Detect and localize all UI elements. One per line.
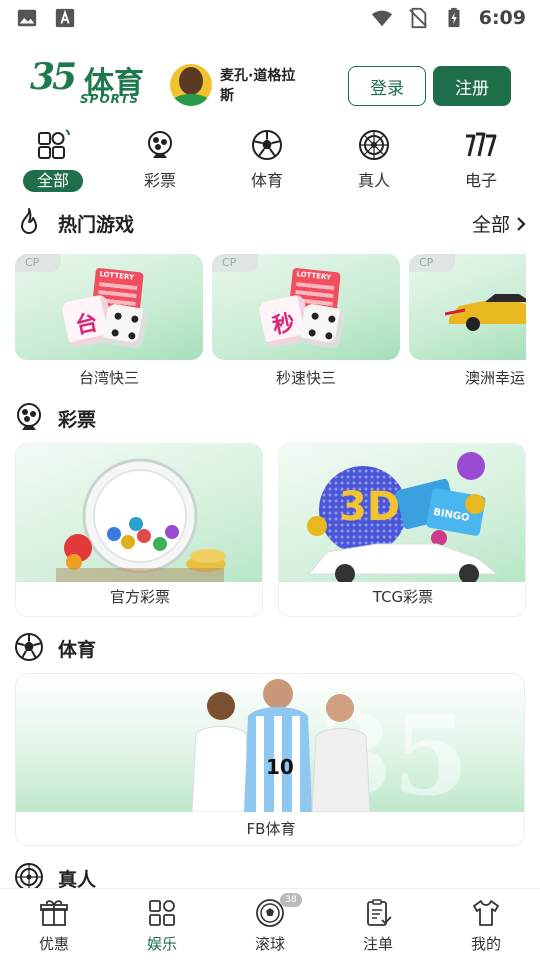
svg-text:10: 10 (266, 755, 294, 779)
ambassador-name: 麦孔·道格拉斯 (220, 68, 296, 104)
dice-illustration: LOTTERY 秒 (257, 267, 352, 354)
category-label: 真人 (357, 171, 390, 190)
tcg-art-text: 3D (339, 484, 401, 530)
hot-game-label: 澳洲幸运 (465, 369, 526, 387)
sports-card-label: FB体育 (246, 820, 296, 838)
chevron-right-icon (517, 216, 526, 231)
hot-game-card[interactable]: CP LOTTERY 秒 (212, 254, 400, 360)
category-live[interactable]: 真人 (334, 128, 414, 194)
category-label: 体育 (250, 171, 283, 190)
user-shirt-icon (470, 897, 502, 929)
soccer-ball-icon (250, 128, 284, 162)
tab-live-betting[interactable]: 38 滚球 (216, 893, 324, 957)
category-lottery[interactable]: 彩票 (120, 128, 200, 194)
brand-logo: 35 体育 SPORTS (30, 56, 150, 106)
bottom-tab-bar: 优惠 娱乐 38 滚球 注单 我的 (0, 888, 540, 960)
category-sports[interactable]: 体育 (227, 128, 307, 194)
sports-header: 体育 (0, 632, 540, 666)
sports-card-fb[interactable]: 35 10 FB体育 (15, 673, 525, 846)
game-badge: CP (409, 254, 455, 272)
tab-promotions[interactable]: 优惠 (0, 897, 108, 957)
race-car-illustration (445, 294, 526, 331)
text-a-icon (55, 8, 75, 28)
tab-profile[interactable]: 我的 (432, 897, 540, 957)
soccer-ball-icon: 38 (254, 893, 302, 929)
lottery-ball-icon (17, 403, 41, 430)
slot-777-icon (464, 128, 498, 162)
image-icon (17, 9, 37, 27)
view-all-label: 全部 (471, 214, 510, 236)
lottery-machine-illustration (16, 444, 262, 582)
category-label: 全部 (22, 170, 83, 192)
grid-icon (146, 897, 178, 929)
no-sim-icon (408, 7, 427, 29)
category-electronic[interactable]: 电子 (441, 128, 521, 194)
ticket-text: LOTTERY (295, 270, 332, 282)
football-players-illustration: 35 10 (16, 674, 524, 820)
grid-icon (36, 128, 70, 162)
tab-entertainment[interactable]: 娱乐 (108, 897, 216, 957)
tcg-3d-illustration: 3D BINGO (279, 444, 525, 584)
tab-label: 优惠 (38, 935, 69, 953)
clock-time: 6:09 (478, 7, 526, 29)
hot-game-label: 台湾快三 (78, 369, 139, 387)
die-glyph: 台 (73, 310, 101, 340)
live-count-badge: 38 (280, 893, 302, 907)
logo-english-text: SPORTS (80, 92, 140, 106)
gift-icon (38, 897, 70, 929)
view-all-link[interactable]: 全部 (472, 210, 526, 237)
lottery-header: 彩票 (0, 402, 540, 436)
tab-label: 娱乐 (146, 935, 177, 953)
battery-charging-icon (448, 7, 460, 28)
login-button[interactable]: 登录 (348, 66, 426, 106)
hot-games-header: 热门游戏 全部 (0, 207, 540, 241)
category-all[interactable]: 全部 (13, 128, 93, 194)
hot-game-card[interactable]: CP (409, 254, 526, 360)
tab-bet-slip[interactable]: 注单 (324, 897, 432, 957)
section-title: 彩票 (58, 409, 97, 431)
lottery-card-official[interactable]: 官方彩票 (15, 443, 263, 617)
tab-label: 滚球 (254, 935, 285, 953)
lottery-card-label: 官方彩票 (109, 588, 170, 606)
hot-game-label: 秒速快三 (275, 369, 336, 387)
dice-illustration: LOTTERY 台 (60, 267, 155, 354)
game-badge: CP (15, 254, 61, 272)
tab-label: 注单 (362, 935, 393, 953)
flame-icon (21, 208, 37, 234)
status-bar: 6:09 (0, 0, 540, 36)
app-header: 35 体育 SPORTS 麦孔·道格拉斯 登录 注册 (0, 52, 540, 118)
player-avatar (170, 64, 212, 106)
section-title: 热门游戏 (58, 214, 135, 236)
lottery-card-label: TCG彩票 (372, 588, 434, 606)
tab-label: 我的 (470, 935, 501, 953)
wifi-icon (371, 10, 392, 27)
logo-number: 35 (30, 56, 77, 98)
section-title: 体育 (58, 639, 97, 661)
lottery-ball-icon (143, 128, 177, 162)
roulette-icon (357, 128, 391, 162)
die-glyph: 秒 (270, 310, 298, 340)
category-label: 电子 (464, 171, 497, 190)
clipboard-check-icon (362, 897, 394, 929)
game-badge: CP (212, 254, 258, 272)
soccer-ball-icon (15, 633, 43, 661)
hot-game-card[interactable]: CP LOTTERY 台 (15, 254, 203, 360)
category-label: 彩票 (143, 171, 176, 190)
ticket-text: LOTTERY (98, 270, 135, 282)
category-nav: 全部 彩票 体育 真人 电子 (0, 128, 540, 194)
register-button[interactable]: 注册 (433, 66, 511, 106)
lottery-card-tcg[interactable]: 3D BINGO TCG彩票 (278, 443, 526, 617)
